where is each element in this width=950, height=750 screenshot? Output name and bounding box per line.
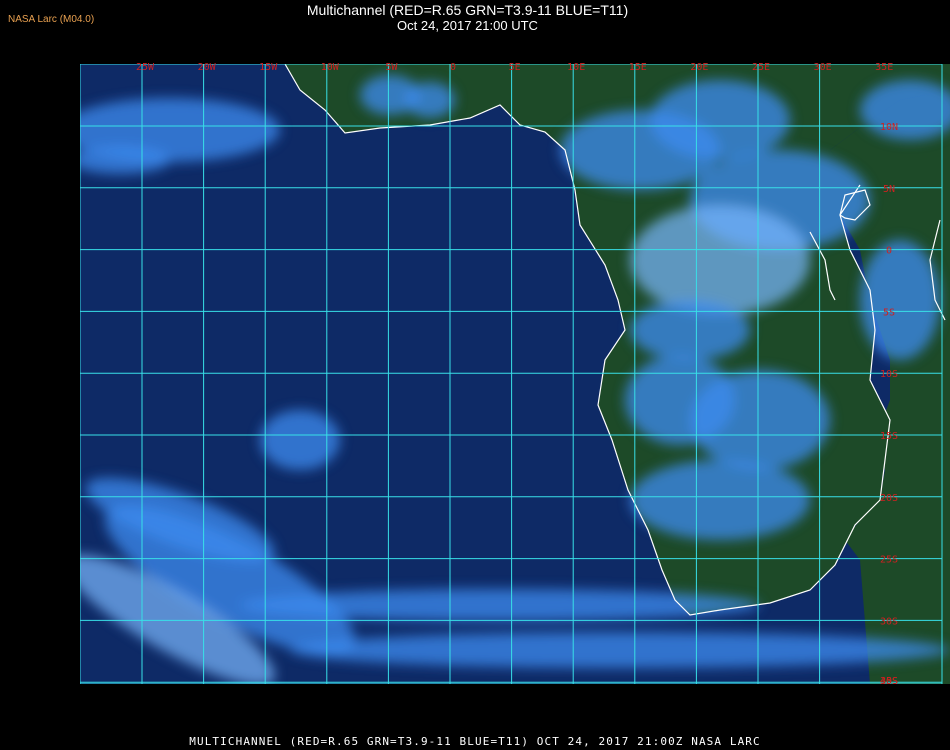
longitude-label: 25E bbox=[752, 62, 770, 73]
longitude-label: 15W bbox=[259, 62, 278, 73]
latitude-label: 15S bbox=[880, 431, 898, 442]
longitude-label: 10W bbox=[321, 62, 340, 73]
longitude-label: 10E bbox=[567, 62, 585, 73]
latitude-label: 25S bbox=[880, 555, 898, 566]
latitude-label: 0 bbox=[886, 246, 892, 257]
longitude-label: 25W bbox=[136, 62, 155, 73]
longitude-label: 15E bbox=[629, 62, 647, 73]
longitude-label: 0 bbox=[450, 62, 456, 73]
latitude-label: 10S bbox=[880, 369, 898, 380]
longitude-label: 20W bbox=[198, 62, 217, 73]
longitude-label: 20E bbox=[690, 62, 708, 73]
longitude-label: 30E bbox=[814, 62, 832, 73]
latitude-label: 30S bbox=[880, 616, 898, 627]
longitude-label: 5E bbox=[509, 62, 521, 73]
longitude-label: 35E bbox=[875, 62, 893, 73]
latitude-label: 5S bbox=[883, 307, 895, 318]
latitude-label: 40S bbox=[880, 676, 898, 687]
satellite-imagery bbox=[80, 64, 950, 684]
latitude-label: 10N bbox=[880, 122, 898, 133]
latitude-label: 5N bbox=[883, 184, 895, 195]
satellite-map[interactable]: 25W 20W 15W 10W 5W 0 5E 10E 15E 20E 25E 30E 35E 10N 5… bbox=[0, 0, 950, 750]
longitude-label: 5W bbox=[385, 62, 398, 73]
latitude-label: 20S bbox=[880, 493, 898, 504]
footer-caption: MULTICHANNEL (RED=R.65 GRN=T3.9-11 BLUE=… bbox=[189, 735, 761, 748]
